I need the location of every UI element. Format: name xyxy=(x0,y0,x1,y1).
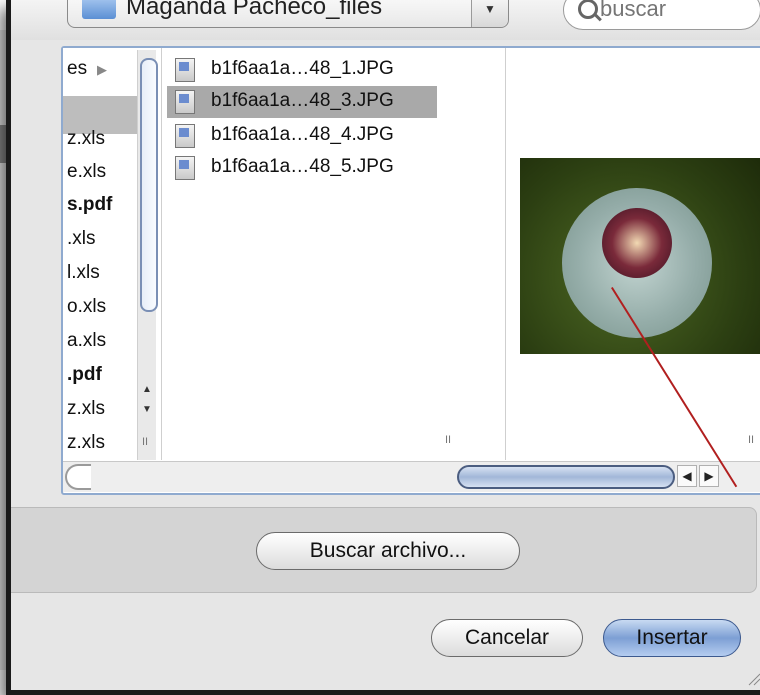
image-file-icon xyxy=(175,90,195,114)
folder-icon xyxy=(82,0,116,19)
column-resize-grip[interactable]: II xyxy=(142,436,148,448)
list-item[interactable]: o.xls xyxy=(67,296,106,318)
resize-grip-icon[interactable] xyxy=(745,670,760,686)
image-preview xyxy=(520,158,760,354)
files-column: b1f6aa1a…48_1.JPG b1f6aa1a…48_3.JPG b1f6… xyxy=(163,48,506,460)
image-file-icon xyxy=(175,58,195,82)
image-file-icon xyxy=(175,156,195,180)
list-item[interactable]: s.pdf xyxy=(67,194,112,216)
scroll-up-icon[interactable]: ▲ xyxy=(140,384,154,402)
horizontal-scrollbar[interactable]: ◀ ▶ xyxy=(63,461,760,492)
find-file-button[interactable]: Buscar archivo... xyxy=(256,532,520,570)
location-label: Maganda Pacheco_files xyxy=(126,0,383,20)
scroll-left-icon[interactable]: ◀ xyxy=(677,465,697,487)
search-icon xyxy=(578,0,598,19)
horizontal-scroll-thumb[interactable] xyxy=(457,465,675,489)
list-item[interactable]: a.xls xyxy=(67,330,106,352)
column-scrollbar[interactable]: ▲ ▼ II xyxy=(137,50,158,460)
file-row-selected[interactable]: b1f6aa1a…48_3.JPG xyxy=(167,86,437,118)
file-name: b1f6aa1a…48_5.JPG xyxy=(211,156,394,177)
file-row[interactable]: b1f6aa1a…48_4.JPG xyxy=(167,120,437,152)
insert-button[interactable]: Insertar xyxy=(603,619,741,657)
dialog-toolbar: Maganda Pacheco_files ▼ xyxy=(11,0,760,40)
file-row[interactable]: b1f6aa1a…48_5.JPG xyxy=(167,152,437,184)
options-panel: Buscar archivo... xyxy=(11,507,757,593)
chevron-down-icon[interactable]: ▼ xyxy=(471,0,508,27)
list-item[interactable]: z.xls xyxy=(67,128,105,150)
file-name: b1f6aa1a…48_4.JPG xyxy=(211,124,394,145)
file-name: b1f6aa1a…48_3.JPG xyxy=(211,90,394,111)
list-item[interactable]: es xyxy=(67,58,87,80)
file-browser: es ▶ z.xls e.xls s.pdf .xls l.xls o.xls … xyxy=(61,46,760,495)
list-item[interactable]: l.xls xyxy=(67,262,100,284)
folder-column: es ▶ z.xls e.xls s.pdf .xls l.xls o.xls … xyxy=(63,48,162,460)
image-file-icon xyxy=(175,124,195,148)
column-resize-grip[interactable]: II xyxy=(445,434,451,446)
preview-dessert xyxy=(602,208,672,278)
search-field[interactable] xyxy=(563,0,760,30)
insert-file-dialog: Maganda Pacheco_files ▼ es ▶ z.xls e.xls… xyxy=(6,0,760,695)
list-item[interactable]: e.xls xyxy=(67,161,106,183)
scroll-track-cap xyxy=(65,464,91,490)
scroll-thumb[interactable] xyxy=(140,58,158,312)
list-item[interactable]: z.xls xyxy=(67,432,105,454)
scroll-down-icon[interactable]: ▼ xyxy=(140,404,154,422)
search-input[interactable] xyxy=(598,0,752,23)
preview-column: II xyxy=(506,48,760,460)
list-item[interactable]: .pdf xyxy=(67,364,102,386)
cancel-button[interactable]: Cancelar xyxy=(431,619,583,657)
disclosure-arrow-icon: ▶ xyxy=(97,62,107,77)
file-row[interactable]: b1f6aa1a…48_1.JPG xyxy=(167,54,437,86)
scroll-right-icon[interactable]: ▶ xyxy=(699,465,719,487)
location-popup[interactable]: Maganda Pacheco_files ▼ xyxy=(67,0,509,28)
column-resize-grip[interactable]: II xyxy=(748,434,754,446)
list-item[interactable]: .xls xyxy=(67,228,96,250)
file-name: b1f6aa1a…48_1.JPG xyxy=(211,58,394,79)
list-item[interactable]: z.xls xyxy=(67,398,105,420)
